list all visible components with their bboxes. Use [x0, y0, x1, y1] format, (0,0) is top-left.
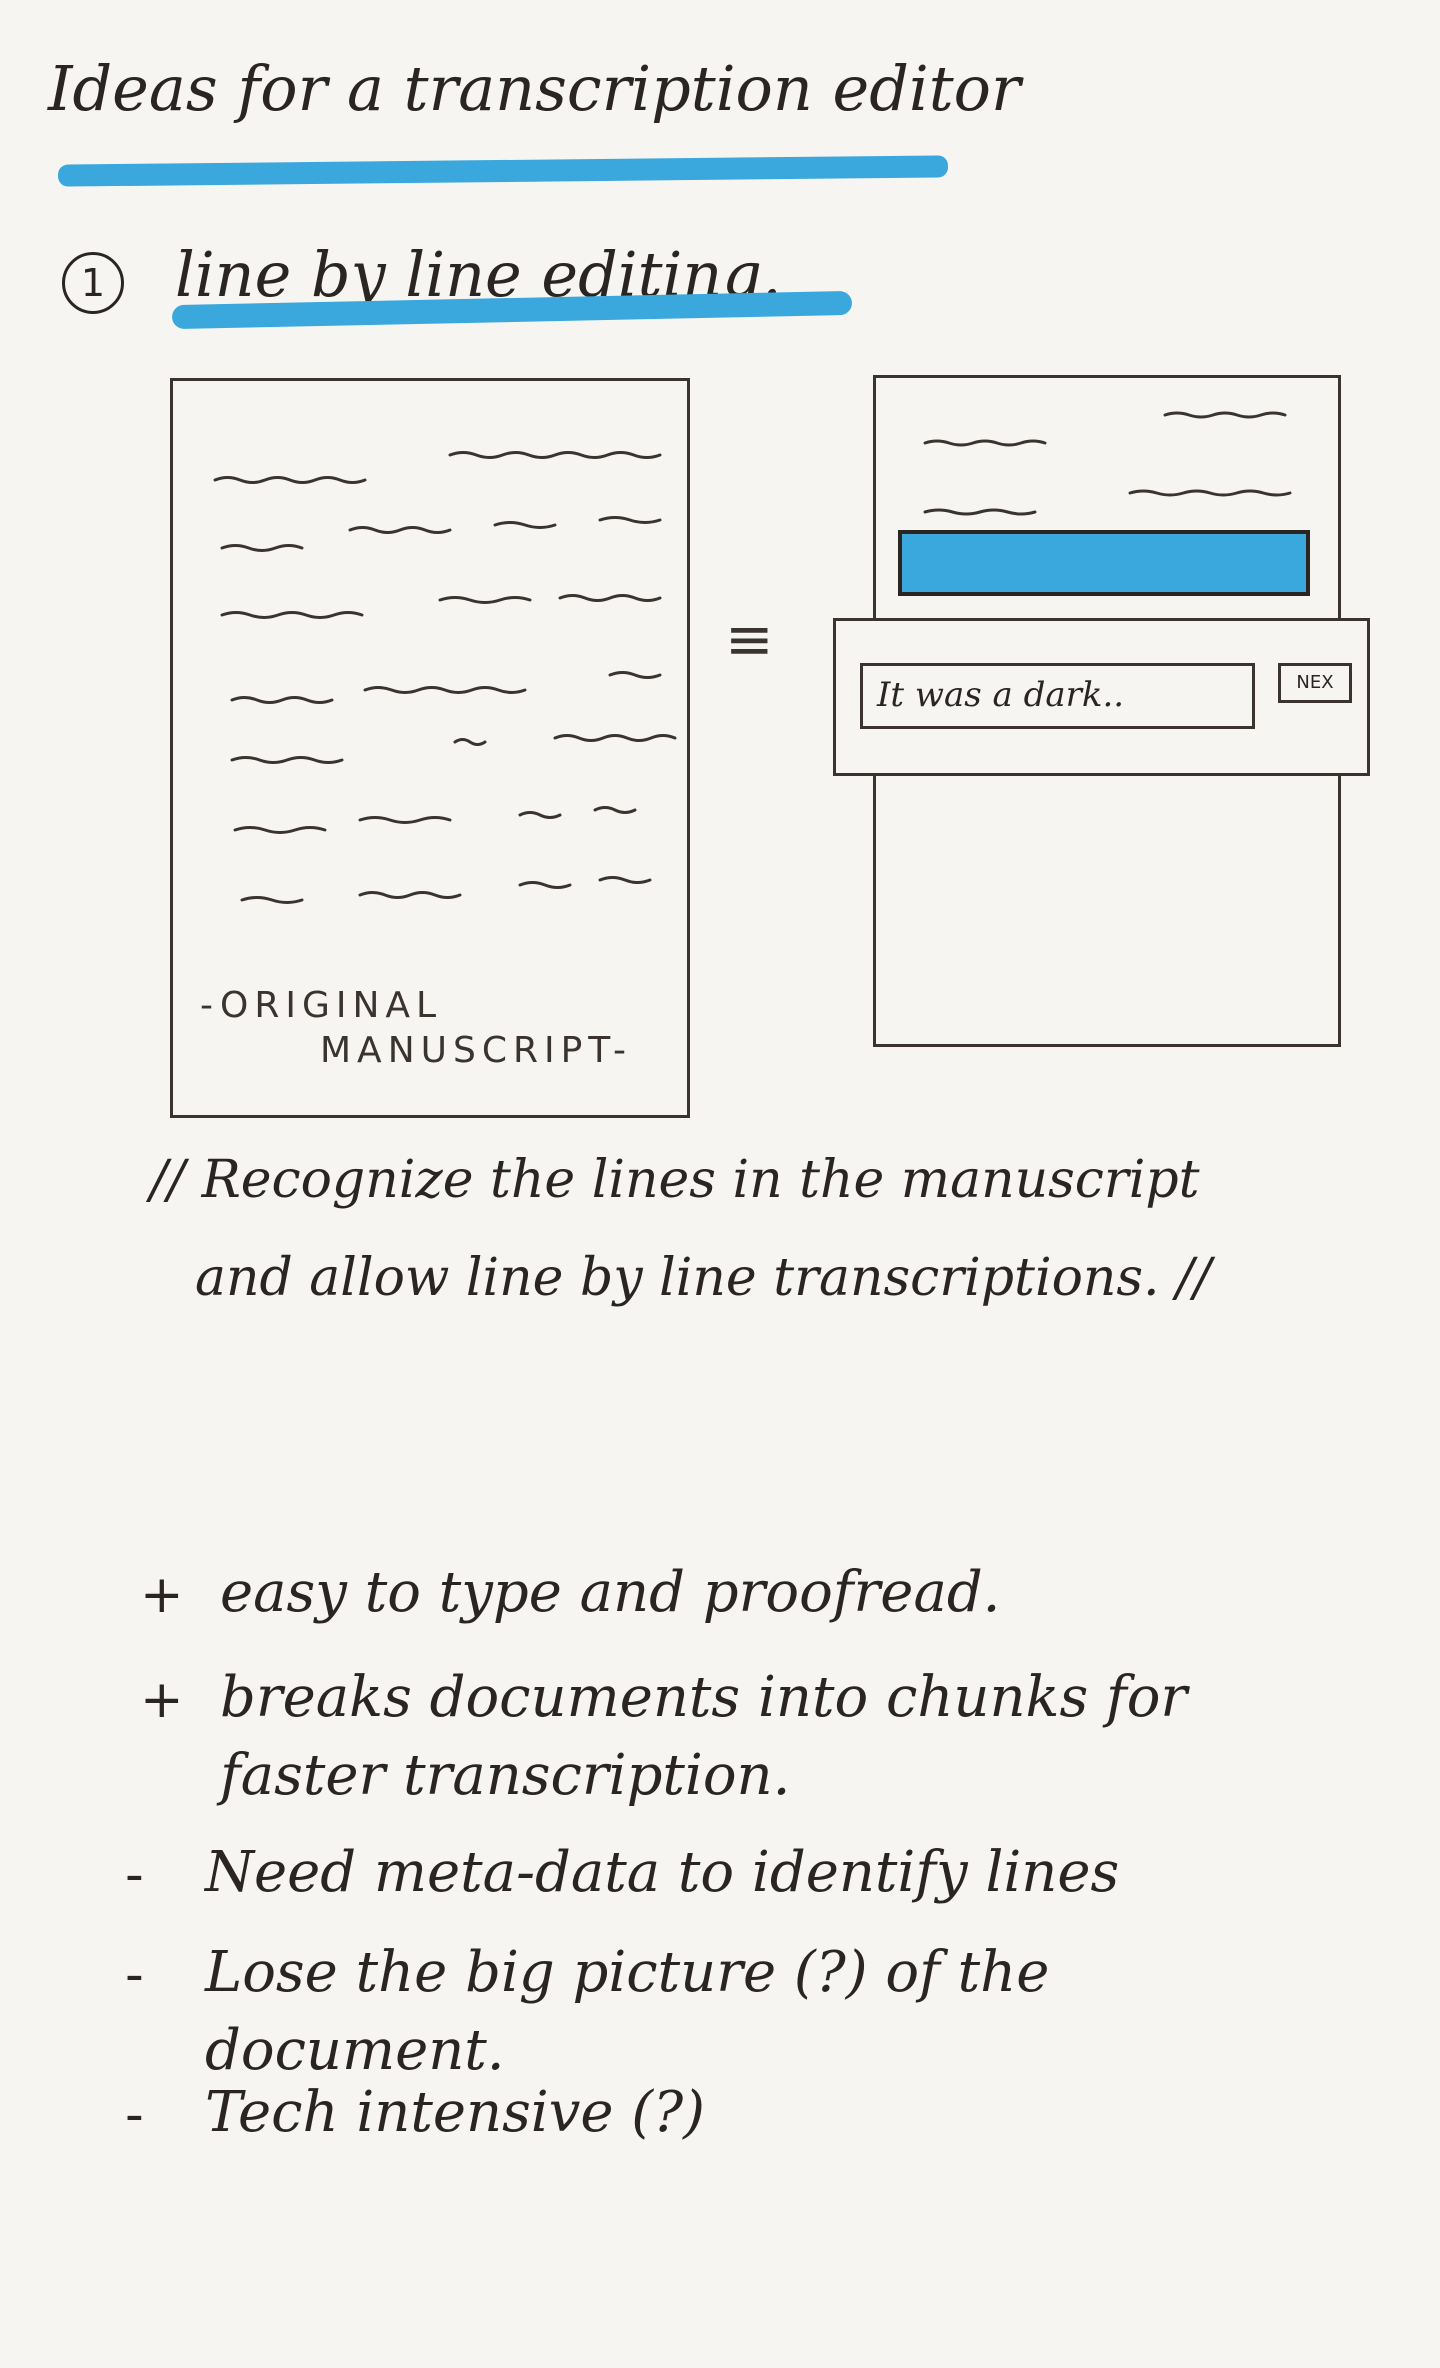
manuscript-label-line-2: MANUSCRIPT-	[320, 1030, 632, 1071]
note-suffix: //	[1176, 1248, 1212, 1308]
manuscript-label-line-1: -ORIGINAL	[200, 985, 443, 1026]
note-text-2: and allow line by line transcriptions.	[195, 1248, 1160, 1308]
note-text-1: Recognize the lines in the manuscript	[201, 1150, 1200, 1210]
pro-item-text: faster transcription.	[220, 1743, 791, 1808]
con-item-text: Need meta-data to identify lines	[205, 1840, 1120, 1905]
pro-bullet: +	[140, 1670, 184, 1730]
pro-bullet: +	[140, 1565, 184, 1625]
line-transcription-input[interactable]: It was a dark..	[860, 663, 1255, 729]
con-item-text: document.	[205, 2018, 505, 2083]
pro-item-text: breaks documents into chunks for	[220, 1665, 1188, 1730]
selected-line-highlight	[898, 530, 1310, 596]
next-line-button[interactable]: NEX	[1278, 663, 1352, 703]
con-item-text: Tech intensive (?)	[205, 2080, 706, 2145]
con-bullet: -	[125, 1845, 144, 1905]
equivalence-symbol: ≡	[725, 605, 774, 673]
con-item-text: Lose the big picture (?) of the	[205, 1940, 1050, 2005]
note-line-2: and allow line by line transcriptions. /…	[195, 1248, 1211, 1308]
con-bullet: -	[125, 1945, 144, 2005]
con-bullet: -	[125, 2085, 144, 2145]
pro-item-text: easy to type and proofread.	[220, 1560, 1001, 1625]
note-prefix: //	[150, 1150, 186, 1210]
note-line-1: // Recognize the lines in the manuscript	[150, 1150, 1200, 1210]
